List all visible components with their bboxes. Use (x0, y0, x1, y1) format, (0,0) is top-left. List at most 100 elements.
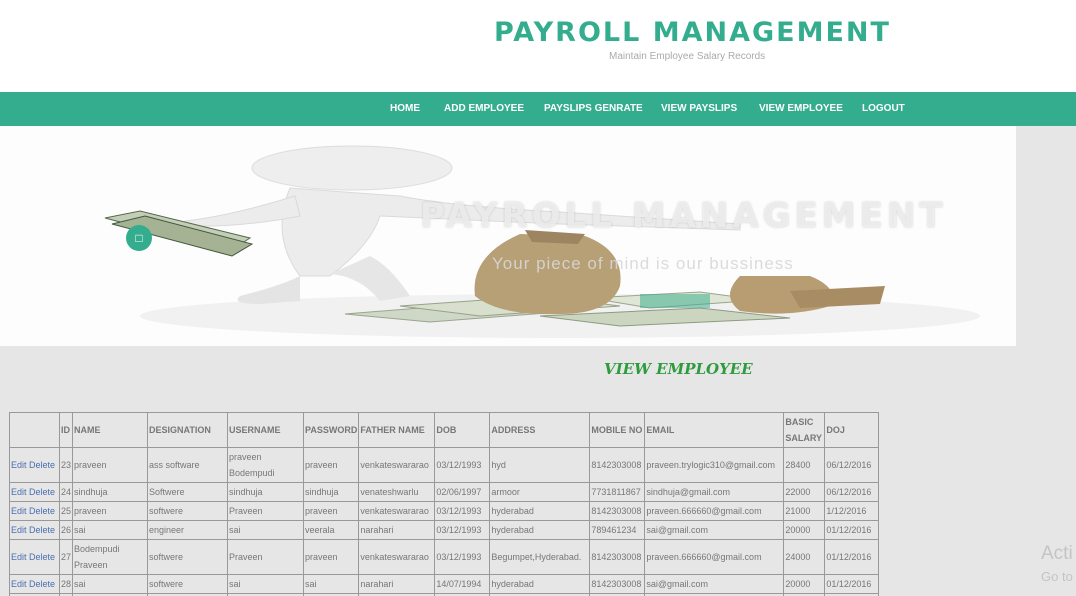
activation-watermark: Acti (1041, 543, 1073, 564)
brand-title[interactable]: PAYROLL MANAGEMENT (494, 17, 891, 48)
banner-title: PAYROLL MANAGEMENT (420, 196, 947, 236)
delete-link[interactable]: Delete (29, 460, 55, 470)
table-cell: sai (72, 520, 149, 540)
table-cell: sindhuja (227, 482, 305, 502)
table-cell: 8142303008 (589, 447, 646, 483)
table-cell: hyderabad (489, 520, 591, 540)
table-cell: armoor (489, 482, 591, 502)
table-cell: 7731811867 (589, 482, 646, 502)
delete-link[interactable]: Delete (29, 506, 55, 516)
table-cell: 25 (58, 501, 74, 521)
edit-link[interactable]: Edit (11, 552, 27, 562)
table-cell: 06/12/2016 (824, 482, 880, 502)
table-cell: hyderabad (489, 501, 591, 521)
col-father-name: FATHER NAME (358, 412, 436, 448)
brand-tagline: Maintain Employee Salary Records (609, 51, 766, 62)
table-cell: engineer (147, 520, 229, 540)
table-cell: venateshwarlu (358, 482, 436, 502)
nav-add-employee[interactable]: ADD EMPLOYEE (444, 103, 524, 114)
table-cell: Praveen (227, 501, 305, 521)
table-cell: sindhuja (303, 482, 360, 502)
table-cell: 03/12/1993 (434, 447, 491, 483)
col-dob: DOB (434, 412, 491, 448)
table-cell: 26 (58, 520, 74, 540)
table-cell: 24000 (783, 539, 826, 575)
delete-link[interactable]: Delete (29, 579, 55, 589)
table-cell: 01/12/2016 (824, 574, 880, 594)
table-cell: 8142303008 (589, 539, 646, 575)
col-address: ADDRESS (489, 412, 591, 448)
row-actions: Edit Delete (9, 447, 60, 483)
nav-view-employee[interactable]: VIEW EMPLOYEE (759, 103, 843, 114)
table-cell: venkateswararao (358, 447, 436, 483)
nav-logout[interactable]: LOGOUT (862, 103, 905, 114)
col-email: EMAIL (644, 412, 785, 448)
col-designation: DESIGNATION (147, 412, 229, 448)
table-cell: praveen Bodempudi (227, 447, 305, 483)
nav-payslips-generate[interactable]: PAYSLIPS GENRATE (544, 103, 643, 114)
delete-link[interactable]: Delete (29, 525, 55, 535)
table-cell: 789461234 (589, 520, 646, 540)
employee-table: ID NAME DESIGNATION USERNAME PASSWORD FA… (9, 412, 880, 596)
table-cell: 03/12/1993 (434, 520, 491, 540)
table-cell: sai@gmail.com (644, 574, 785, 594)
main-nav: HOME ADD EMPLOYEE PAYSLIPS GENRATE VIEW … (0, 92, 1076, 126)
table-cell: praveen (72, 447, 149, 483)
table-cell: ass software (147, 447, 229, 483)
delete-link[interactable]: Delete (29, 487, 55, 497)
activation-watermark-sub: Go to (1041, 569, 1073, 584)
delete-link[interactable]: Delete (29, 552, 55, 562)
edit-link[interactable]: Edit (11, 579, 27, 589)
table-cell: 27 (58, 539, 74, 575)
table-row: Edit Delete 23 praveen ass software praveen … (9, 447, 880, 483)
table-cell: veerala (303, 520, 360, 540)
row-actions: Edit Delete (9, 520, 60, 540)
table-row: Edit Delete 24 sindhuja Softwere sindhuja sin… (9, 482, 880, 502)
col-id: ID (58, 412, 74, 448)
page-title: VIEW EMPLOYEE (604, 360, 753, 378)
table-cell: softwere (147, 501, 229, 521)
table-cell: praveen (303, 539, 360, 575)
hero-illustration (104, 145, 980, 338)
table-cell: sindhuja@gmail.com (644, 482, 785, 502)
site-header: PAYROLL MANAGEMENT Maintain Employee Sal… (0, 0, 1076, 92)
table-cell: 8142303008 (589, 574, 646, 594)
table-cell: praveen.trylogic310@gmail.com (644, 447, 785, 483)
table-cell: 23 (58, 447, 74, 483)
table-header-row: ID NAME DESIGNATION USERNAME PASSWORD FA… (9, 412, 880, 448)
edit-link[interactable]: Edit (11, 525, 27, 535)
col-basic-salary: BASIC SALARY (783, 412, 826, 448)
table-cell: Begumpet,Hyderabad. (489, 539, 591, 575)
edit-link[interactable]: Edit (11, 487, 27, 497)
table-cell: 14/07/1994 (434, 574, 491, 594)
hero-banner: PAYROLL MANAGEMENT Your piece of mind is… (0, 126, 1016, 346)
table-cell: 20000 (783, 520, 826, 540)
col-mobile: MOBILE NO (589, 412, 646, 448)
table-cell: 1/12/2016 (824, 501, 880, 521)
table-cell: praveen (303, 447, 360, 483)
table-cell: 28400 (783, 447, 826, 483)
slide-icon[interactable]: □ (126, 225, 152, 251)
table-cell: hyd (489, 447, 591, 483)
table-cell: hyderabad (489, 574, 591, 594)
table-cell: 22000 (783, 482, 826, 502)
table-cell: sai (227, 520, 305, 540)
table-cell: venkateswararao (358, 539, 436, 575)
edit-link[interactable]: Edit (11, 460, 27, 470)
table-row: Edit Delete 25 praveen softwere Praveen prave… (9, 501, 880, 521)
banner-subtitle: Your piece of mind is our bussiness (492, 254, 794, 273)
table-cell: Praveen (227, 539, 305, 575)
table-cell: praveen (303, 501, 360, 521)
nav-view-payslips[interactable]: VIEW PAYSLIPS (661, 103, 737, 114)
table-cell: 02/06/1997 (434, 482, 491, 502)
table-cell: 06/12/2016 (824, 447, 880, 483)
table-cell: 8142303008 (589, 501, 646, 521)
table-cell: Bodempudi Praveen (72, 539, 149, 575)
table-cell: praveen.666660@gmail.com (644, 501, 785, 521)
table-cell: 21000 (783, 501, 826, 521)
row-actions: Edit Delete (9, 482, 60, 502)
nav-home[interactable]: HOME (390, 103, 420, 114)
edit-link[interactable]: Edit (11, 506, 27, 516)
table-cell: 03/12/1993 (434, 501, 491, 521)
table-cell: 20000 (783, 574, 826, 594)
